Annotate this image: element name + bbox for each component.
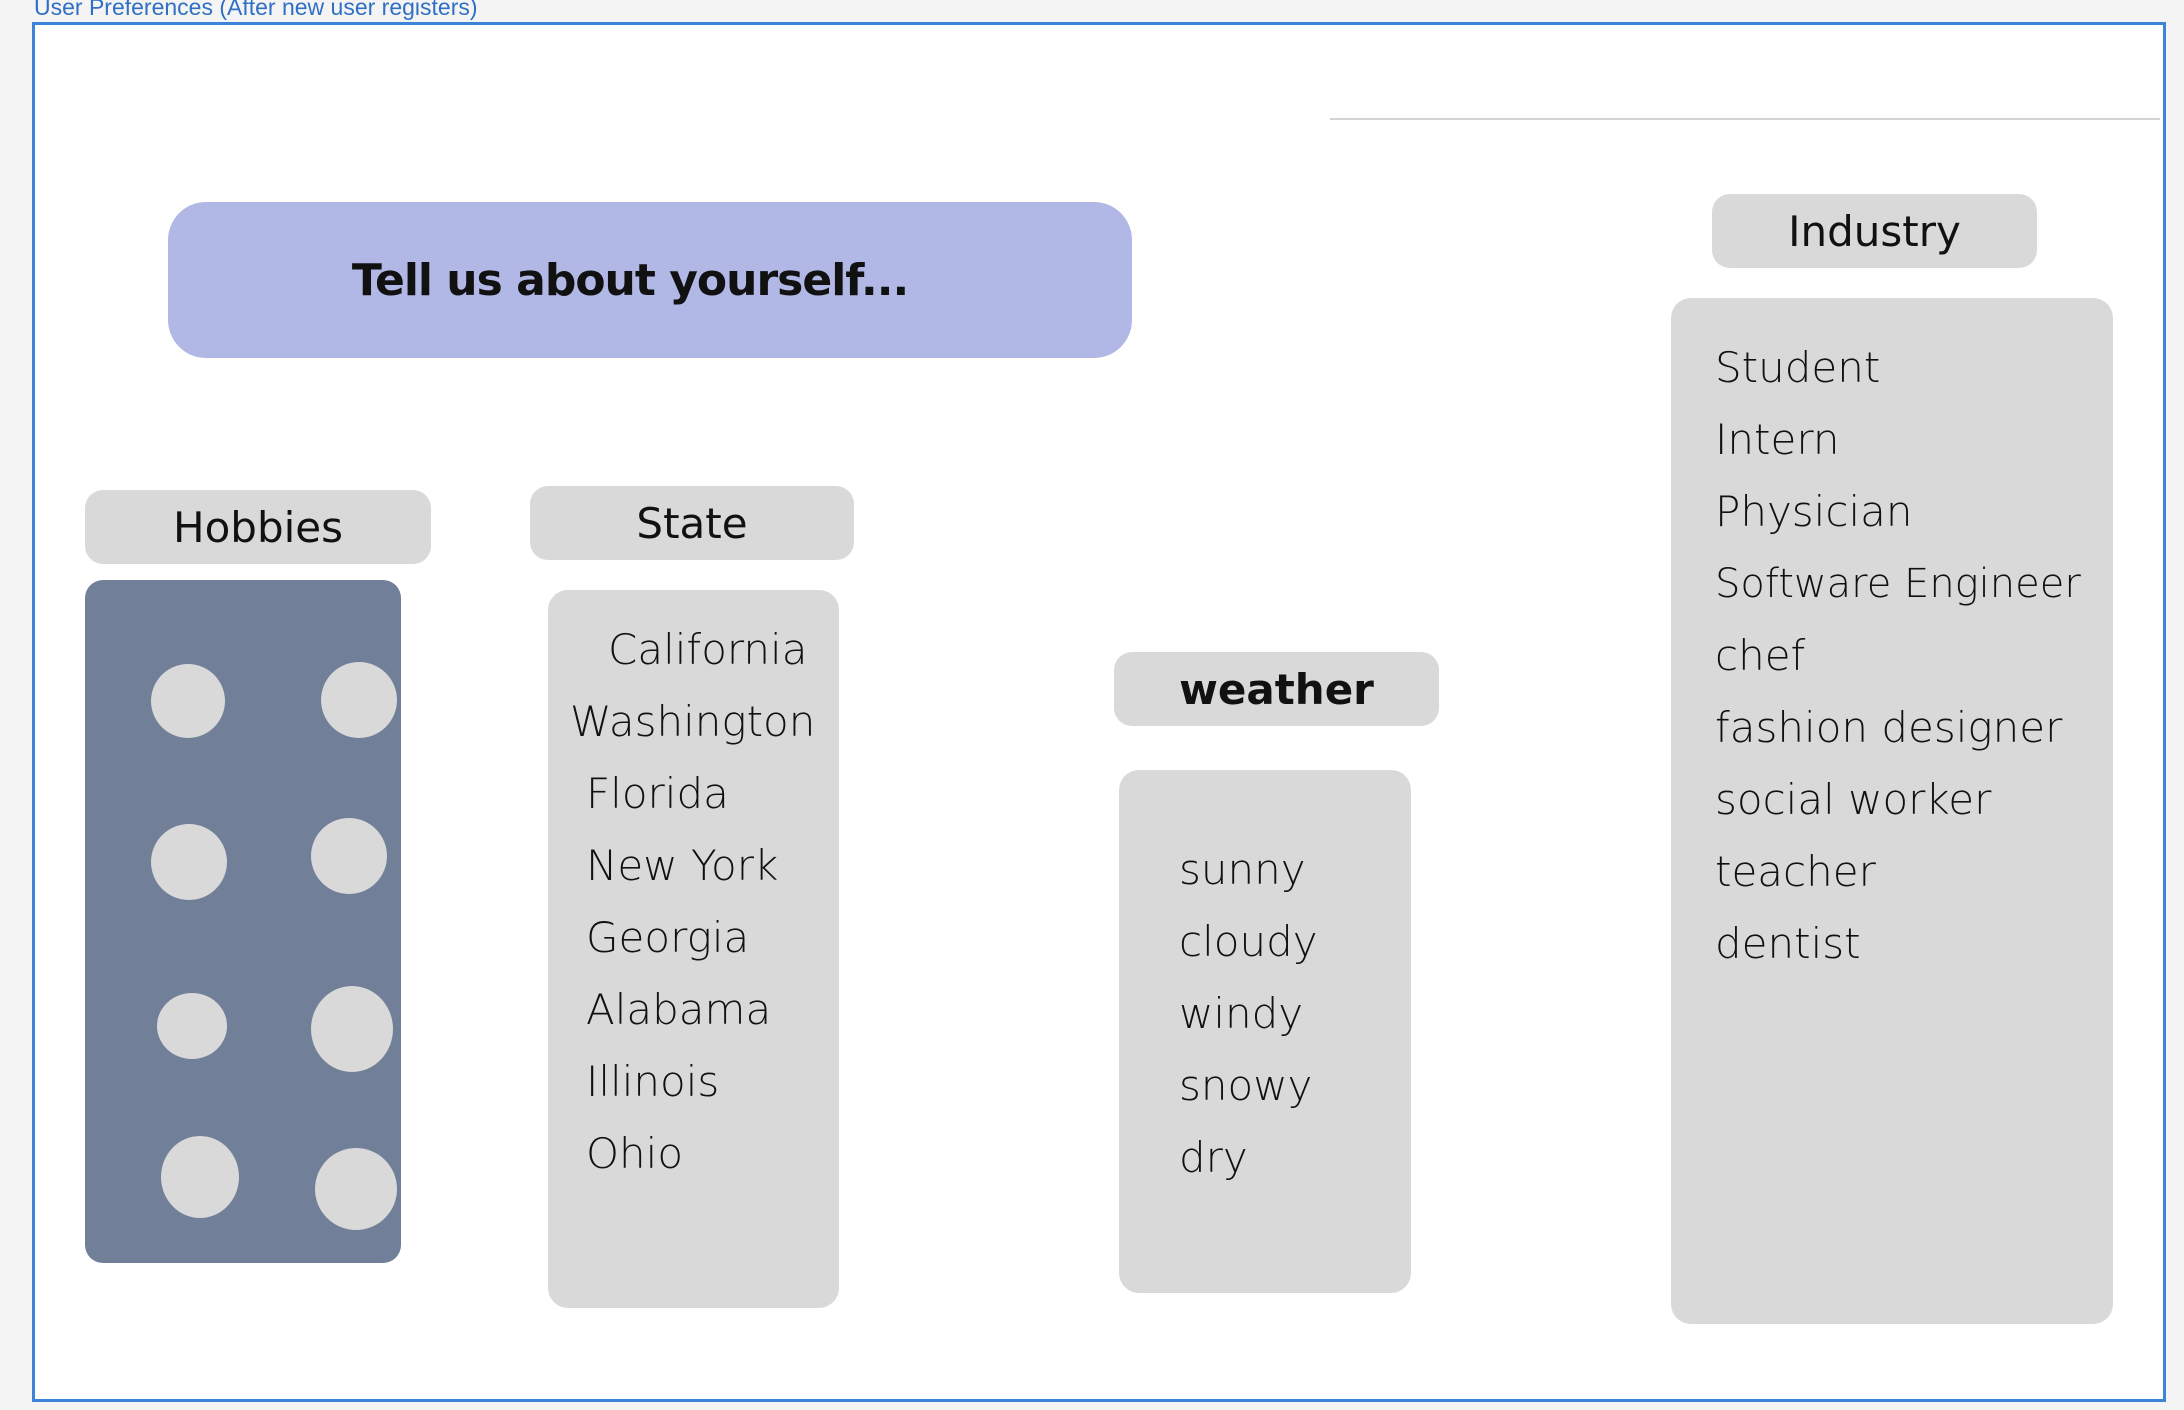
hobbies-heading: Hobbies: [85, 490, 431, 564]
hobby-option-2[interactable]: [321, 662, 397, 738]
weather-label: weather: [1179, 664, 1374, 714]
intro-banner: Tell us about yourself...: [168, 202, 1132, 358]
weather-option[interactable]: snowy: [1179, 1050, 1318, 1122]
industry-panel: Student Intern Physician Software Engine…: [1671, 298, 2113, 1324]
industry-list: Student Intern Physician Software Engine…: [1715, 332, 2081, 980]
industry-heading: Industry: [1712, 194, 2037, 268]
industry-label: Industry: [1788, 206, 1961, 256]
state-option[interactable]: Illinois: [586, 1046, 815, 1118]
industry-option[interactable]: fashion designer: [1715, 692, 2081, 764]
state-option[interactable]: New York: [586, 830, 815, 902]
hobbies-panel: [85, 580, 401, 1263]
state-option[interactable]: Washington: [570, 686, 815, 758]
industry-option[interactable]: chef: [1715, 620, 2081, 692]
hobby-option-4[interactable]: [311, 818, 387, 894]
industry-option[interactable]: social worker: [1715, 764, 2081, 836]
hobby-option-7[interactable]: [161, 1136, 239, 1218]
state-label: State: [636, 498, 748, 548]
industry-option[interactable]: teacher: [1715, 836, 2081, 908]
weather-list: sunny cloudy windy snowy dry: [1179, 834, 1318, 1194]
weather-option[interactable]: windy: [1179, 978, 1318, 1050]
weather-heading: weather: [1114, 652, 1439, 726]
weather-option[interactable]: sunny: [1179, 834, 1318, 906]
state-list: California Washington Florida New York G…: [570, 614, 815, 1190]
hobby-option-8[interactable]: [315, 1148, 397, 1230]
industry-option[interactable]: Physician: [1715, 476, 2081, 548]
state-option[interactable]: Florida: [586, 758, 815, 830]
weather-option[interactable]: cloudy: [1179, 906, 1318, 978]
hobby-option-3[interactable]: [151, 824, 227, 900]
state-option[interactable]: California: [608, 614, 815, 686]
intro-banner-text: Tell us about yourself...: [351, 254, 909, 306]
state-option[interactable]: Georgia: [586, 902, 815, 974]
hobby-option-6[interactable]: [311, 986, 393, 1072]
state-panel: California Washington Florida New York G…: [548, 590, 839, 1308]
hobby-option-1[interactable]: [151, 664, 225, 738]
industry-option[interactable]: Software Engineer: [1715, 548, 2081, 620]
industry-option[interactable]: Student: [1715, 332, 2081, 404]
weather-panel: sunny cloudy windy snowy dry: [1119, 770, 1411, 1293]
industry-option[interactable]: dentist: [1715, 908, 2081, 980]
divider-line: [1330, 118, 2160, 120]
state-heading: State: [530, 486, 854, 560]
industry-option[interactable]: Intern: [1715, 404, 2081, 476]
state-option[interactable]: Alabama: [586, 974, 815, 1046]
frame-title: User Preferences (After new user registe…: [34, 0, 478, 20]
state-option[interactable]: Ohio: [586, 1118, 815, 1190]
weather-option[interactable]: dry: [1179, 1122, 1318, 1194]
hobbies-label: Hobbies: [173, 502, 343, 552]
hobby-option-5[interactable]: [157, 993, 227, 1059]
